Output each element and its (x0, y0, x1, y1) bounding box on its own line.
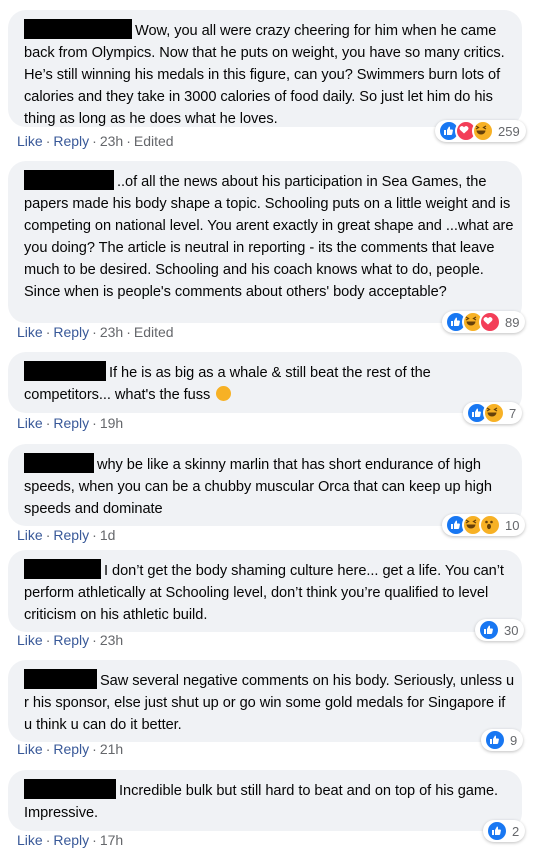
love-icon (479, 311, 501, 333)
laughing-emoji-icon (216, 386, 232, 401)
comment-bubble: Wow, you all were crazy cheering for him… (8, 10, 522, 127)
reaction-count: 7 (509, 405, 517, 421)
like-icon (484, 729, 506, 751)
comment-text: why be like a skinny marlin that has sho… (24, 453, 516, 520)
comment-text: If he is as big as a whale & still beat … (24, 361, 516, 406)
redacted-name (24, 361, 106, 381)
reaction-count: 89 (505, 314, 520, 330)
comment-actions: Like · Reply · 23h · Edited (17, 324, 174, 340)
haha-icon (472, 120, 494, 142)
redacted-name (24, 170, 114, 190)
reaction-count: 9 (510, 732, 518, 748)
reply-link[interactable]: Reply (53, 415, 89, 431)
timestamp[interactable]: 23h (100, 133, 123, 149)
reply-link[interactable]: Reply (53, 133, 89, 149)
like-icon (486, 820, 508, 842)
reactions-summary[interactable]: 9 (481, 729, 524, 751)
comment-text: I don’t get the body shaming culture her… (24, 559, 516, 626)
comment-actions: Like · Reply · 17h (17, 832, 124, 848)
like-link[interactable]: Like (17, 415, 43, 431)
redacted-name (24, 669, 97, 689)
reactions-summary[interactable]: 2 (483, 820, 526, 842)
comment-actions: Like · Reply · 1d (17, 527, 116, 543)
timestamp[interactable]: 19h (100, 415, 123, 431)
reply-link[interactable]: Reply (53, 632, 89, 648)
comment-text: Wow, you all were crazy cheering for him… (24, 19, 516, 130)
edited-label: Edited (133, 324, 174, 340)
like-link[interactable]: Like (17, 741, 43, 757)
haha-icon (483, 402, 505, 424)
redacted-name (24, 453, 94, 473)
reaction-count: 10 (505, 517, 520, 533)
reaction-count: 2 (512, 823, 520, 839)
like-link[interactable]: Like (17, 832, 43, 848)
redacted-name (24, 779, 116, 799)
timestamp[interactable]: 17h (100, 832, 123, 848)
redacted-name (24, 559, 101, 579)
reactions-summary[interactable]: 259 (435, 120, 526, 142)
reaction-count: 30 (504, 622, 519, 638)
redacted-name (24, 19, 132, 39)
timestamp[interactable]: 1d (100, 527, 116, 543)
reply-link[interactable]: Reply (53, 741, 89, 757)
comment-bubble: If he is as big as a whale & still beat … (8, 352, 522, 413)
timestamp[interactable]: 21h (100, 741, 123, 757)
comment-bubble: I don’t get the body shaming culture her… (8, 550, 522, 632)
like-icon (478, 619, 500, 641)
reply-link[interactable]: Reply (53, 527, 89, 543)
like-link[interactable]: Like (17, 527, 43, 543)
comment-bubble: Saw several negative comments on his bod… (8, 660, 522, 742)
reaction-count: 259 (498, 123, 520, 139)
comment-bubble: Incredible bulk but still hard to beat a… (8, 770, 522, 831)
reactions-summary[interactable]: 7 (463, 402, 523, 424)
timestamp[interactable]: 23h (100, 324, 123, 340)
comment-text: ..of all the news about his participatio… (24, 170, 516, 303)
comment-actions: Like · Reply · 23h (17, 632, 124, 648)
reactions-summary[interactable]: 10 (442, 514, 526, 536)
reactions-summary[interactable]: 30 (475, 619, 525, 641)
comment-actions: Like · Reply · 23h · Edited (17, 133, 174, 149)
timestamp[interactable]: 23h (100, 632, 123, 648)
wow-icon (479, 514, 501, 536)
comment-bubble: why be like a skinny marlin that has sho… (8, 444, 522, 526)
reply-link[interactable]: Reply (53, 324, 89, 340)
reply-link[interactable]: Reply (53, 832, 89, 848)
like-link[interactable]: Like (17, 324, 43, 340)
like-link[interactable]: Like (17, 632, 43, 648)
like-link[interactable]: Like (17, 133, 43, 149)
comment-text: Incredible bulk but still hard to beat a… (24, 779, 516, 824)
comment-actions: Like · Reply · 21h (17, 741, 124, 757)
reactions-summary[interactable]: 89 (442, 311, 526, 333)
comment-text: Saw several negative comments on his bod… (24, 669, 516, 736)
edited-label: Edited (133, 133, 174, 149)
comment-actions: Like · Reply · 19h (17, 415, 124, 431)
comment-bubble: ..of all the news about his participatio… (8, 161, 522, 323)
